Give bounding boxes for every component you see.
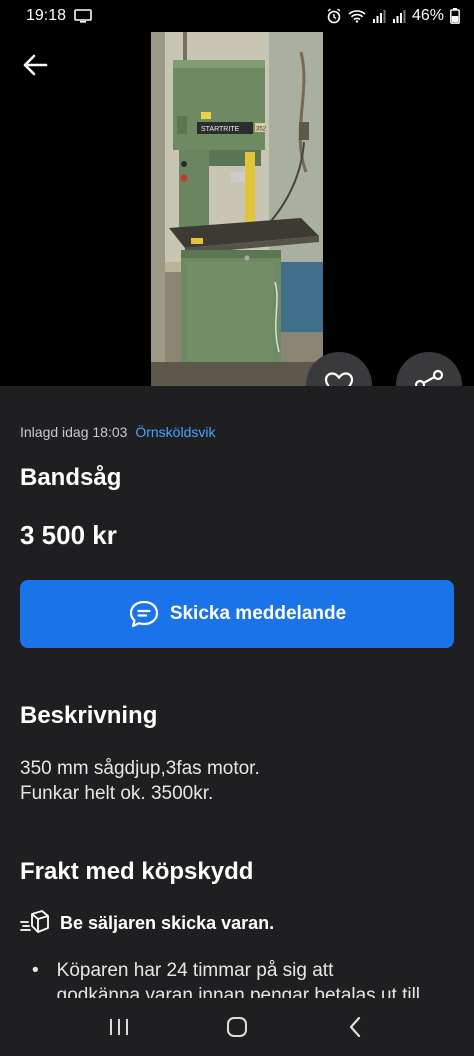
wifi-icon bbox=[348, 9, 366, 23]
shipping-subheading: Be säljaren skicka varan. bbox=[60, 912, 275, 933]
home-icon bbox=[227, 1017, 247, 1037]
shipping-bullet: • Köparen har 24 timmar på sig att godkä… bbox=[32, 958, 447, 998]
battery-percent: 46% bbox=[411, 7, 444, 24]
description-line-2: Funkar helt ok. 3500kr. bbox=[20, 783, 214, 804]
home-button[interactable] bbox=[217, 1007, 257, 1047]
bullet-dot: • bbox=[32, 960, 39, 981]
recent-apps-icon bbox=[110, 1019, 128, 1035]
bullet-line-1: Köparen har 24 timmar på sig att bbox=[56, 960, 334, 981]
recent-apps-button[interactable] bbox=[99, 1007, 139, 1047]
location-link[interactable]: Örnsköldsvik bbox=[135, 424, 215, 440]
photo-brand-label: STARTRITE bbox=[201, 126, 240, 133]
posted-time: Inlagd idag 18:03 bbox=[20, 424, 128, 440]
listing-photo[interactable]: STARTRITE 352 bbox=[151, 32, 323, 386]
signal-icon-2 bbox=[392, 9, 406, 23]
photo-model-label: 352 bbox=[256, 127, 267, 133]
listing-meta: Inlagd idag 18:03 Örnsköldsvik bbox=[20, 424, 215, 440]
chevron-left-icon bbox=[349, 1016, 361, 1038]
chat-bubble-icon bbox=[129, 600, 158, 628]
screen-icon bbox=[74, 9, 92, 23]
shipping-option: Be säljaren skicka varan. bbox=[20, 910, 274, 936]
alarm-icon bbox=[326, 8, 342, 24]
description-text: 350 mm sågdjup,3fas motor. Funkar helt o… bbox=[20, 756, 260, 806]
send-message-label: Skicka meddelande bbox=[169, 603, 347, 624]
shipping-heading: Frakt med köpskydd bbox=[20, 858, 254, 885]
signal-icon-1 bbox=[372, 9, 386, 23]
listing-title: Bandsåg bbox=[20, 464, 122, 491]
back-button[interactable] bbox=[16, 46, 54, 84]
listing-image-area: STARTRITE 352 bbox=[0, 32, 474, 386]
listing-details: Inlagd idag 18:03 Örnsköldsvik Bandsåg 3… bbox=[0, 386, 474, 998]
status-bar: 19:18 46% bbox=[0, 0, 474, 32]
send-message-button[interactable]: Skicka meddelande bbox=[20, 580, 454, 648]
battery-icon bbox=[450, 8, 460, 24]
listing-price: 3 500 kr bbox=[20, 520, 117, 550]
system-back-button[interactable] bbox=[335, 1007, 375, 1047]
arrow-left-icon bbox=[23, 54, 48, 76]
system-nav-bar bbox=[0, 998, 474, 1056]
status-time: 19:18 bbox=[26, 7, 67, 24]
bullet-line-2: godkänna varan innan pengar betalas ut t… bbox=[56, 985, 421, 998]
package-icon bbox=[20, 910, 49, 933]
description-heading: Beskrivning bbox=[20, 702, 158, 729]
description-line-1: 350 mm sågdjup,3fas motor. bbox=[20, 758, 260, 779]
